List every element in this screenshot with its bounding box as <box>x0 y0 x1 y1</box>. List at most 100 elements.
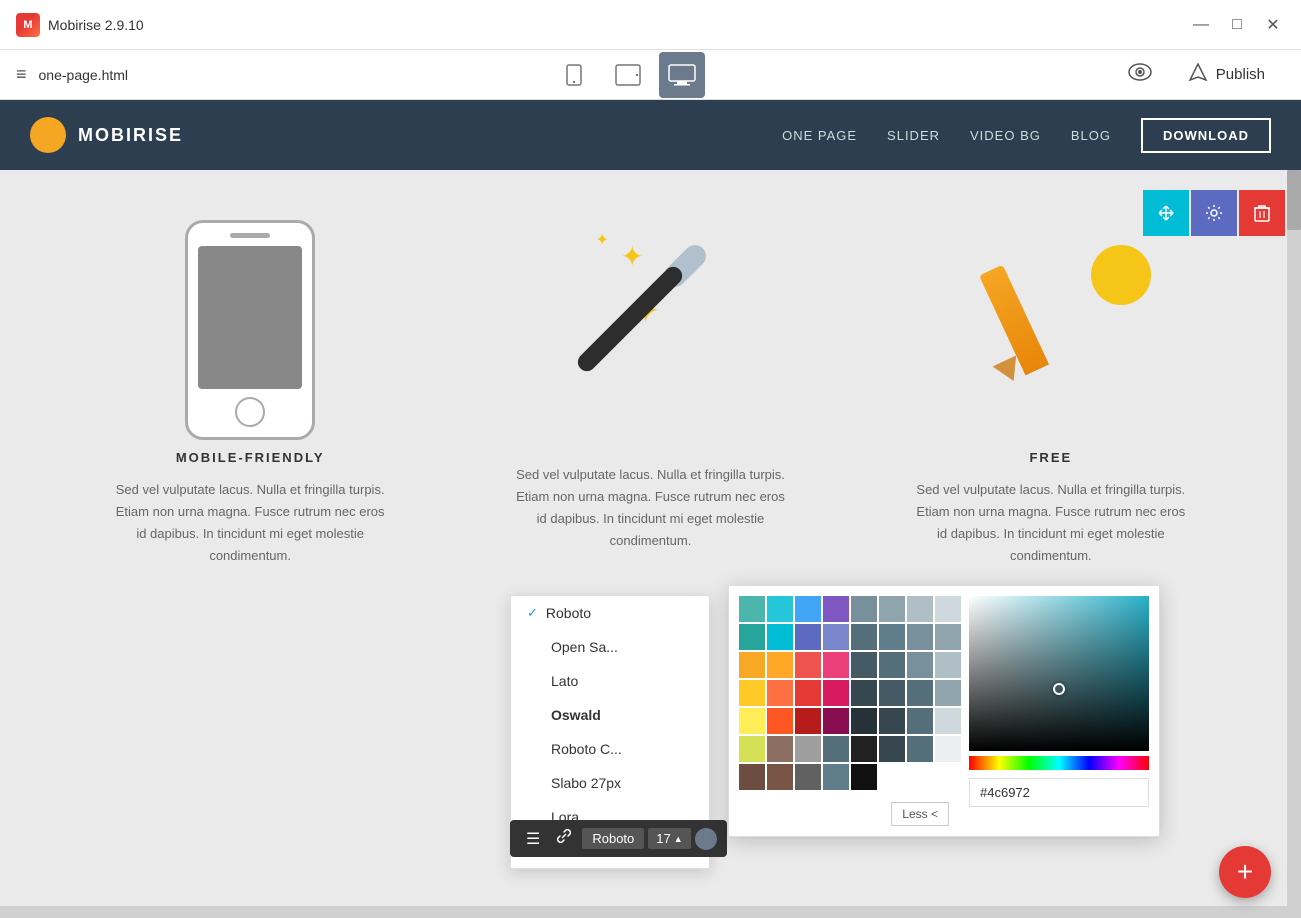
swatch-teal2[interactable] <box>739 624 765 650</box>
swatch-indigo[interactable] <box>795 624 821 650</box>
desktop-view-button[interactable] <box>659 52 705 98</box>
nav-link-3[interactable]: BLOG <box>1071 128 1111 143</box>
swatch-darkpink[interactable] <box>823 708 849 734</box>
swatch-slate6[interactable] <box>907 736 933 762</box>
gradient-canvas[interactable] <box>969 596 1149 751</box>
swatch-deeporange2[interactable] <box>767 708 793 734</box>
swatch-bluegray3[interactable] <box>907 596 933 622</box>
nav-link-1[interactable]: SLIDER <box>887 128 940 143</box>
device-switcher <box>148 52 1108 98</box>
scrollbar[interactable] <box>1287 170 1301 918</box>
col-free: FREE Sed vel vulputate lacus. Nulla et f… <box>861 230 1241 567</box>
less-button[interactable]: Less < <box>891 802 949 826</box>
swatch-bluegray6[interactable] <box>879 624 905 650</box>
minimize-button[interactable]: — <box>1189 13 1213 37</box>
link-button[interactable] <box>550 826 578 851</box>
font-item-oswald[interactable]: Oswald <box>511 698 709 732</box>
phone-screen <box>198 246 302 389</box>
swatch-darkblue2[interactable] <box>879 652 905 678</box>
swatch-black[interactable] <box>851 736 877 762</box>
swatch-verydark[interactable] <box>851 708 877 734</box>
swatch-verydark2[interactable] <box>879 708 905 734</box>
maximize-button[interactable]: □ <box>1225 13 1249 37</box>
nav-link-0[interactable]: ONE PAGE <box>782 128 857 143</box>
close-button[interactable]: ✕ <box>1261 13 1285 37</box>
swatch-gray2[interactable] <box>823 736 849 762</box>
swatch-darkblue4[interactable] <box>879 680 905 706</box>
swatch-brown2[interactable] <box>767 764 793 790</box>
swatch-pink[interactable] <box>823 652 849 678</box>
swatch-indigo2[interactable] <box>823 624 849 650</box>
font-item-lato[interactable]: Lato <box>511 664 709 698</box>
swatch-darkred[interactable] <box>795 708 821 734</box>
site-navbar: MOBIRISE ONE PAGE SLIDER VIDEO BG BLOG D… <box>0 100 1301 170</box>
swatch-bluegray7[interactable] <box>907 624 933 650</box>
swatch-darkblue3[interactable] <box>851 680 877 706</box>
font-size-selector[interactable]: 17 ▲ <box>648 828 690 849</box>
swatch-nearblack[interactable] <box>851 764 877 790</box>
swatch-bluegray9[interactable] <box>823 764 849 790</box>
swatch-black2[interactable] <box>879 736 905 762</box>
color-selector-dot[interactable] <box>1053 683 1065 695</box>
publish-button[interactable]: Publish <box>1168 55 1285 94</box>
swatch-slate4[interactable] <box>935 680 961 706</box>
add-block-button[interactable]: + <box>1219 846 1271 898</box>
hex-input[interactable] <box>969 778 1149 807</box>
swatch-cyan2[interactable] <box>767 624 793 650</box>
nav-link-2[interactable]: VIDEO BG <box>970 128 1041 143</box>
swatch-yellow[interactable] <box>739 680 765 706</box>
horizontal-scrollbar[interactable] <box>0 906 1287 918</box>
swatch-bluegray8[interactable] <box>935 624 961 650</box>
col1-title: MOBILE-FRIENDLY <box>176 450 325 465</box>
font-item-slabo[interactable]: Slabo 27px <box>511 766 709 800</box>
swatch-verylightgray[interactable] <box>935 736 961 762</box>
swatch-bluegray2[interactable] <box>879 596 905 622</box>
swatch-slate3[interactable] <box>907 680 933 706</box>
nav-download-button[interactable]: DOWNLOAD <box>1141 118 1271 153</box>
swatch-purple[interactable] <box>823 596 849 622</box>
menu-bar: ≡ one-page.html <box>0 50 1301 100</box>
swatch-light[interactable] <box>935 708 961 734</box>
menu-bar-left: ≡ one-page.html <box>16 64 128 85</box>
font-selector[interactable]: Roboto <box>582 828 644 849</box>
block-settings-button[interactable] <box>1191 190 1237 236</box>
scrollbar-thumb[interactable] <box>1287 170 1301 230</box>
hue-slider[interactable] <box>969 756 1149 770</box>
tablet-view-button[interactable] <box>605 52 651 98</box>
swatch-orange[interactable] <box>767 652 793 678</box>
swatch-gray[interactable] <box>795 736 821 762</box>
block-move-button[interactable] <box>1143 190 1189 236</box>
mobile-view-button[interactable] <box>551 52 597 98</box>
swatch-blue[interactable] <box>795 596 821 622</box>
swatch-bluegray5[interactable] <box>851 624 877 650</box>
swatch-brown[interactable] <box>767 736 793 762</box>
preview-button[interactable] <box>1128 63 1152 87</box>
align-button[interactable]: ☰ <box>520 827 546 851</box>
swatch-pink2[interactable] <box>823 680 849 706</box>
swatch-lime[interactable] <box>739 736 765 762</box>
swatch-lightyellow[interactable] <box>739 708 765 734</box>
block-delete-button[interactable] <box>1239 190 1285 236</box>
swatch-bluegray4[interactable] <box>935 596 961 622</box>
font-color-selector[interactable] <box>695 828 717 850</box>
swatch-teal[interactable] <box>739 596 765 622</box>
swatch-deeporange[interactable] <box>767 680 793 706</box>
hamburger-menu[interactable]: ≡ <box>16 64 27 85</box>
font-item-roboto[interactable]: ✓ Roboto <box>511 596 709 630</box>
swatch-darkbrown[interactable] <box>739 764 765 790</box>
color-swatches-panel: Less < <box>729 586 959 836</box>
swatch-darkgray[interactable] <box>795 764 821 790</box>
swatch-slate5[interactable] <box>907 708 933 734</box>
pencil-illustration <box>941 230 1161 430</box>
swatch-cyan[interactable] <box>767 596 793 622</box>
swatch-darkblue[interactable] <box>851 652 877 678</box>
swatch-red[interactable] <box>795 652 821 678</box>
font-item-robotocondensed[interactable]: Roboto C... <box>511 732 709 766</box>
swatch-bluegray1[interactable] <box>851 596 877 622</box>
font-item-opensans[interactable]: Open Sa... <box>511 630 709 664</box>
swatch-red2[interactable] <box>795 680 821 706</box>
swatch-slate2[interactable] <box>935 652 961 678</box>
phone-illustration <box>185 220 315 440</box>
swatch-slate[interactable] <box>907 652 933 678</box>
swatch-amber[interactable] <box>739 652 765 678</box>
